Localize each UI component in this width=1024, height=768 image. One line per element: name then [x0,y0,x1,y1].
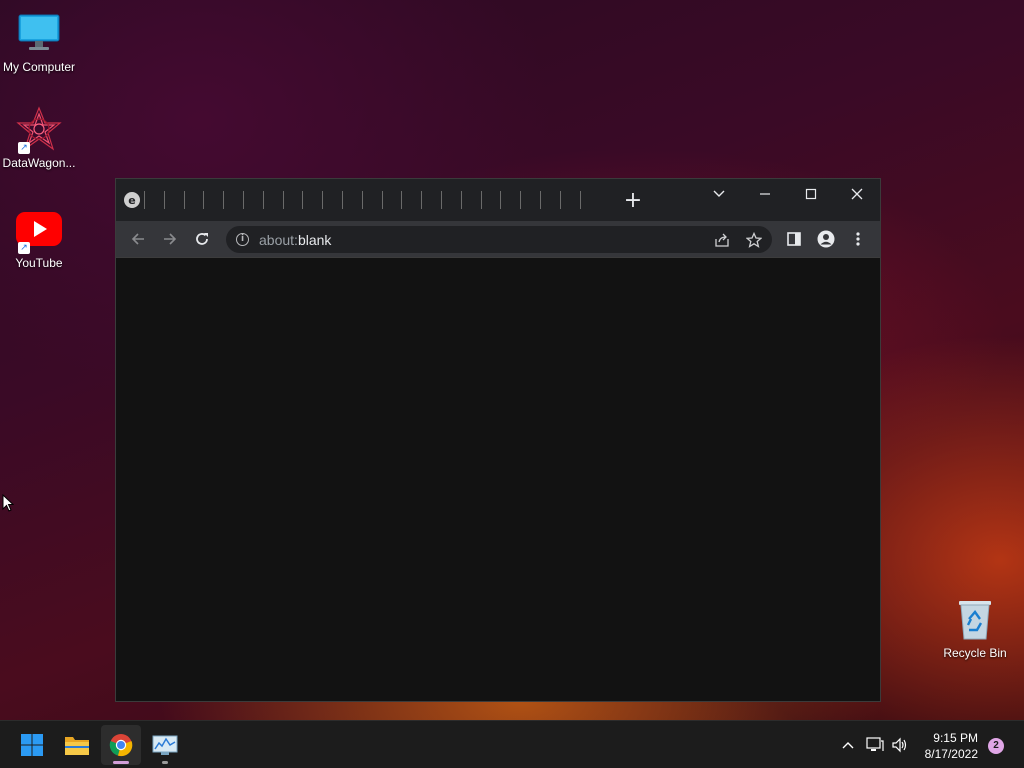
desktop-icon-datawagon[interactable]: ↗ DataWagon... [0,106,78,170]
youtube-icon: ↗ [16,206,62,254]
maximize-icon [805,188,817,200]
forward-button[interactable] [158,227,182,251]
browser-titlebar[interactable]: e + [116,179,880,221]
menu-button[interactable] [846,227,870,251]
back-arrow-icon [131,233,144,245]
desktop-icon-label: YouTube [15,256,63,270]
minimize-button[interactable] [742,179,788,209]
tab-separator[interactable] [163,191,165,209]
site-info-icon[interactable]: i [236,233,249,246]
tab-separator[interactable] [223,191,225,209]
tab-separator[interactable] [322,191,324,209]
tab-separator[interactable] [579,191,581,209]
tab-separator[interactable] [440,191,442,209]
tab-separator[interactable] [144,191,145,209]
tab-separator[interactable] [262,191,264,209]
desktop-icon-label: DataWagon... [2,156,76,170]
url-scheme: about: [259,231,298,248]
bookmark-star-icon[interactable] [742,228,766,252]
side-panel-button[interactable] [782,227,806,251]
tab-separator[interactable] [361,191,363,209]
tab-separator[interactable] [520,191,522,209]
tab-search-icon[interactable] [696,179,742,209]
reload-icon [196,233,208,245]
datawagon-icon: ↗ [16,106,62,154]
reload-button[interactable] [190,227,214,251]
recycle-bin-icon [952,596,998,642]
tab-separator[interactable] [421,191,423,209]
shortcut-arrow-icon: ↗ [18,142,30,154]
tab-separator[interactable] [183,191,185,209]
monitor-icon [16,10,62,56]
back-button[interactable] [126,227,150,251]
tab-separator[interactable] [559,191,561,209]
chrome-button[interactable] [101,725,141,765]
desktop-icon-label: Recycle Bin [943,646,1007,660]
tab-separator[interactable] [302,191,304,209]
desktop-icon-youtube[interactable]: ↗ YouTube [0,206,78,270]
start-button[interactable] [12,725,52,765]
system-clock[interactable]: 9:15 PM 8/17/2022 [925,730,978,762]
browser-toolbar: i about: blank [116,221,880,257]
tab-separator[interactable] [341,191,343,209]
file-explorer-icon [65,737,89,755]
profile-icon [817,230,835,248]
share-icon[interactable] [710,228,734,252]
chevron-up-icon[interactable] [838,735,858,755]
desktop-icon-recycle-bin[interactable]: Recycle Bin [936,596,1014,660]
side-panel-icon [787,232,801,246]
maximize-button[interactable] [788,179,834,209]
minimize-icon [760,193,770,195]
tab-separator[interactable] [460,191,462,209]
shortcut-arrow-icon: ↗ [18,242,30,254]
chrome-icon [109,734,133,757]
taskbar: 9:15 PM 8/17/2022 2 [0,720,1024,768]
notification-badge[interactable]: 2 [988,738,1004,754]
desktop-icon-label: My Computer [2,60,76,74]
tab-separator[interactable] [539,191,541,209]
kebab-menu-icon [856,232,860,246]
close-button[interactable] [834,179,880,209]
volume-icon[interactable] [890,735,910,755]
mouse-cursor-icon [2,493,15,517]
resource-monitor-icon [152,735,178,755]
start-icon [21,734,43,756]
clock-date: 8/17/2022 [924,747,978,761]
network-icon[interactable] [865,735,885,755]
active-app-indicator [113,761,129,764]
tab-strip[interactable]: e [116,179,599,221]
tab-separator[interactable] [282,191,284,209]
address-bar[interactable]: i about: blank [226,226,772,253]
tab-separator[interactable] [203,191,205,209]
forward-arrow-icon [164,233,177,245]
tab-separator[interactable] [480,191,482,209]
new-tab-button[interactable]: + [621,189,645,213]
url-host: blank [297,231,332,248]
file-explorer-button[interactable] [57,725,97,765]
desktop-icon-my-computer[interactable]: My Computer [0,10,78,74]
tab-separator[interactable] [242,191,244,209]
close-icon [851,188,863,200]
tab-separator[interactable] [381,191,383,209]
page-content[interactable] [116,257,880,701]
tab-favicon-icon[interactable]: e [124,192,140,208]
running-app-indicator [162,761,168,764]
tab-separator[interactable] [500,191,502,209]
clock-time: 9:15 PM [933,731,978,745]
resource-monitor-button[interactable] [145,725,185,765]
browser-window[interactable]: e + i about: blank [115,178,881,702]
tab-separator[interactable] [401,191,403,209]
profile-button[interactable] [814,227,838,251]
